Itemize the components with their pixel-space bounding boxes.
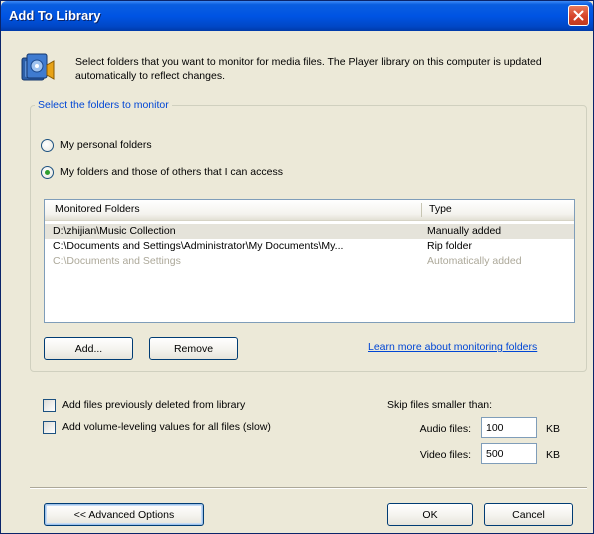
radio-dot: [45, 169, 50, 175]
cancel-button[interactable]: Cancel: [484, 503, 573, 526]
media-library-icon: [21, 53, 55, 81]
ok-button[interactable]: OK: [387, 503, 473, 526]
add-to-library-dialog: Add To Library Select folders that you w…: [0, 0, 594, 534]
add-volume-leveling-label: Add volume-leveling values for all files…: [62, 421, 271, 433]
skip-files-label: Skip files smaller than:: [387, 399, 493, 411]
checkbox[interactable]: [43, 420, 56, 434]
folder-path: C:\Documents and Settings: [53, 255, 181, 267]
audio-files-size-input[interactable]: [481, 417, 537, 438]
folder-type: Automatically added: [427, 255, 522, 267]
advanced-options-button[interactable]: << Advanced Options: [44, 503, 204, 526]
folder-path: D:\zhijian\Music Collection: [53, 225, 176, 237]
intro-description: Select folders that you want to monitor …: [75, 56, 542, 82]
window-title: Add To Library: [9, 8, 101, 23]
add-folder-button[interactable]: Add...: [44, 337, 133, 360]
monitor-folders-group-label: Select the folders to monitor: [35, 99, 172, 111]
folder-type: Manually added: [427, 225, 502, 237]
table-row[interactable]: C:\Documents and Settings\Administrator\…: [45, 239, 574, 254]
add-deleted-files-option[interactable]: Add files previously deleted from librar…: [43, 397, 245, 413]
video-files-unit: KB: [546, 449, 561, 461]
radio-all-accessible-folders[interactable]: My folders and those of others that I ca…: [41, 164, 283, 180]
folder-path: C:\Documents and Settings\Administrator\…: [53, 240, 344, 252]
monitored-folders-list[interactable]: Monitored Folders Type D:\zhijian\Music …: [44, 199, 575, 323]
column-monitored-folders[interactable]: Monitored Folders: [55, 203, 140, 215]
radio-button[interactable]: [41, 138, 54, 152]
close-button[interactable]: [568, 5, 589, 26]
checkbox[interactable]: [43, 398, 56, 412]
close-icon: [573, 10, 584, 21]
column-type[interactable]: Type: [429, 203, 452, 215]
table-row[interactable]: C:\Documents and Settings Automatically …: [45, 254, 574, 269]
table-row[interactable]: D:\zhijian\Music Collection Manually add…: [45, 224, 574, 239]
add-volume-leveling-option[interactable]: Add volume-leveling values for all files…: [43, 419, 271, 435]
column-separator[interactable]: [421, 203, 422, 217]
footer-separator: [30, 487, 587, 489]
radio-all-accessible-folders-label: My folders and those of others that I ca…: [60, 166, 283, 178]
remove-folder-button[interactable]: Remove: [149, 337, 238, 360]
learn-more-link[interactable]: Learn more about monitoring folders: [368, 341, 537, 353]
radio-button-selected[interactable]: [41, 165, 54, 179]
add-deleted-files-label: Add files previously deleted from librar…: [62, 399, 246, 411]
list-header: Monitored Folders Type: [45, 200, 574, 221]
folder-type: Rip folder: [427, 240, 472, 252]
video-files-size-input[interactable]: [481, 443, 537, 464]
radio-personal-folders[interactable]: My personal folders: [41, 137, 152, 153]
audio-files-unit: KB: [546, 423, 561, 435]
title-bar[interactable]: Add To Library: [1, 1, 593, 31]
radio-personal-folders-label: My personal folders: [60, 139, 152, 151]
audio-files-label: Audio files:: [419, 423, 471, 435]
video-files-label: Video files:: [419, 449, 471, 461]
